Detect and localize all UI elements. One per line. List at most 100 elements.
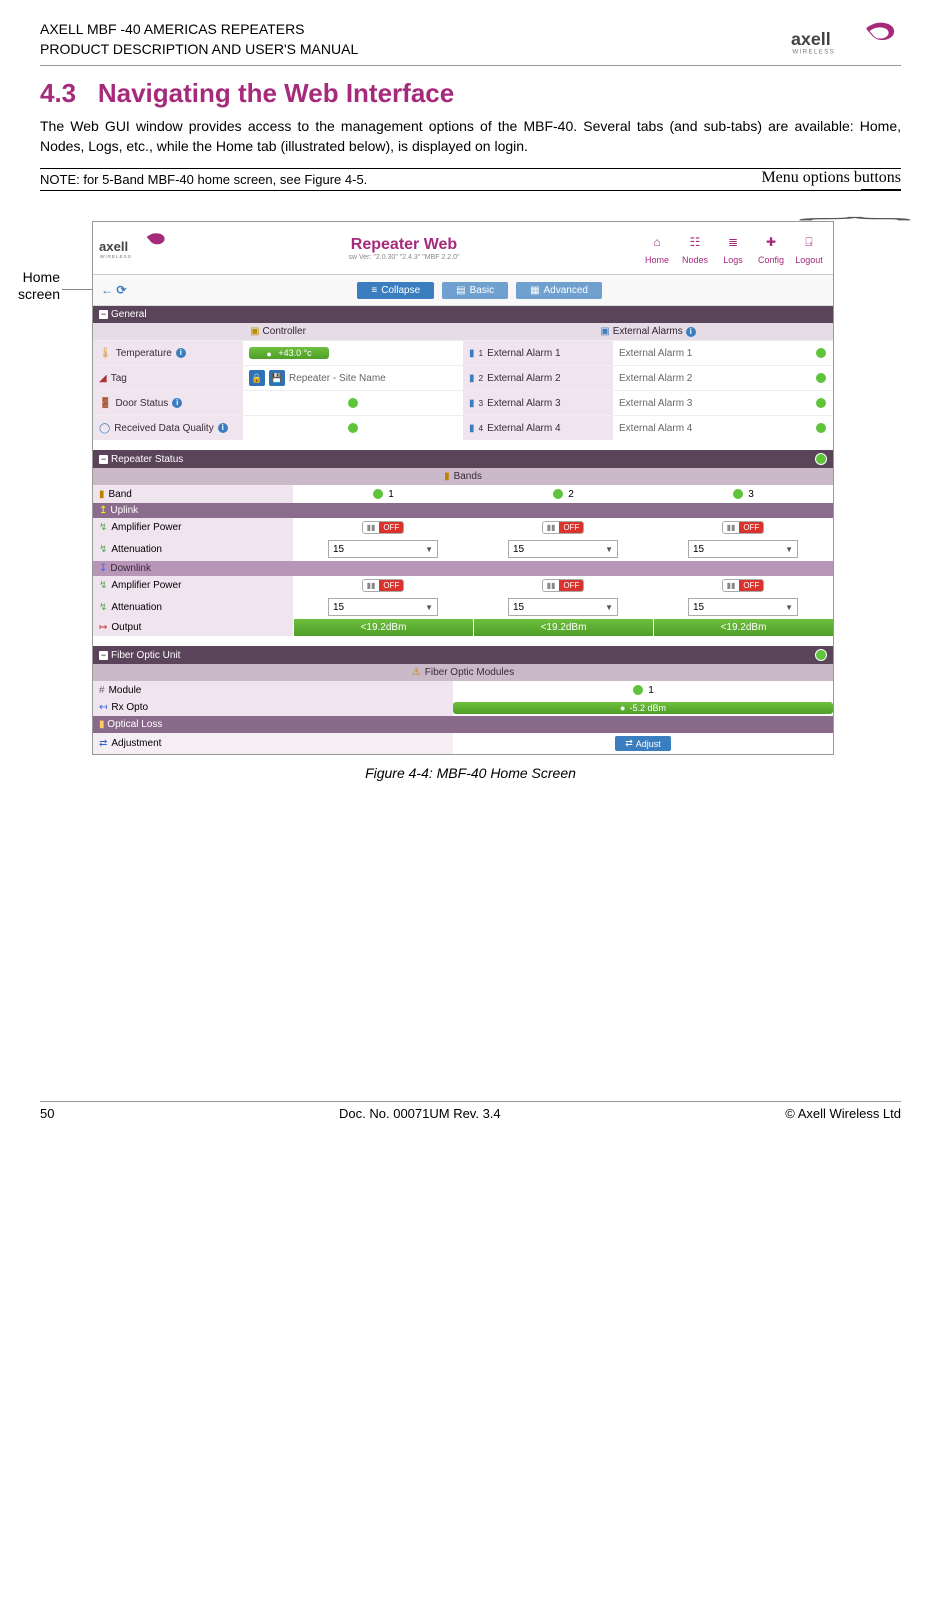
uplink-text: Uplink — [110, 505, 138, 516]
back-icon[interactable]: ← ⟳ — [101, 283, 126, 297]
collapse-button[interactable]: ≡Collapse — [357, 282, 434, 299]
page-number: 50 — [40, 1106, 54, 1121]
bands-hdr-text: Bands — [454, 471, 482, 482]
note-wrap: NOTE: for 5-Band MBF-40 home screen, see… — [40, 168, 901, 191]
ea2-num: 2 — [479, 373, 484, 383]
chevron-down-icon: ▼ — [605, 603, 613, 612]
nav-home[interactable]: ⌂Home — [639, 231, 675, 265]
chevron-down-icon: ▼ — [425, 603, 433, 612]
ea4-num: 4 — [479, 423, 484, 433]
basic-button[interactable]: ▤Basic — [442, 282, 508, 299]
ss-topbar: axell WIRELESS Repeater Web sw Ver: "2.0… — [93, 222, 833, 275]
ea1-num: 1 — [479, 348, 484, 358]
section-name: Navigating the Web Interface — [98, 78, 454, 108]
amp-switch[interactable]: ▮▮OFF — [722, 579, 765, 592]
module-num: 1 — [648, 685, 654, 696]
tag-value: 🔒💾 Repeater - Site Name — [243, 365, 463, 390]
general-hdr-text: General — [111, 309, 147, 320]
extalarms-label: External Alarms — [613, 326, 683, 337]
collapse-icon: − — [99, 310, 108, 319]
basic-label: Basic — [470, 285, 494, 296]
rdq-text: Received Data Quality — [114, 423, 214, 434]
status-dot — [815, 649, 827, 661]
att-select[interactable]: 15▼ — [508, 540, 618, 558]
door-value — [243, 390, 463, 415]
brace-icon: ⏞ — [797, 217, 912, 234]
status-dot — [815, 372, 827, 384]
att-select[interactable]: 15▼ — [508, 598, 618, 616]
output-val: <19.2dBm — [473, 619, 653, 636]
ea1-v: External Alarm 1 — [619, 348, 692, 359]
ea3-l: External Alarm 3 — [487, 398, 560, 409]
lock-icon[interactable]: 🔒 — [249, 370, 265, 386]
info-icon[interactable]: i — [176, 348, 186, 358]
rdq-value — [243, 415, 463, 440]
tag-text: Tag — [111, 373, 127, 384]
home-screen-label: Home screen — [0, 269, 60, 303]
ea4-value: External Alarm 4 — [613, 415, 833, 440]
config-icon: ✚ — [760, 231, 782, 253]
info-icon[interactable]: i — [218, 423, 228, 433]
ss-title: Repeater Web sw Ver: "2.0.30" "2.4.3" "M… — [169, 236, 639, 261]
att-lbl: Attenuation — [111, 602, 162, 613]
amp-switch[interactable]: ▮▮OFF — [722, 521, 765, 534]
door-text: Door Status — [115, 398, 168, 409]
band-lbl: Band — [109, 489, 132, 500]
tag-v: Repeater - Site Name — [289, 373, 386, 384]
save-icon[interactable]: 💾 — [269, 370, 285, 386]
att-select[interactable]: 15▼ — [328, 540, 438, 558]
module-lbl: Module — [109, 685, 142, 696]
header-text: AXELL MBF -40 AMERICAS REPEATERS PRODUCT… — [40, 20, 358, 59]
app-screenshot: axell WIRELESS Repeater Web sw Ver: "2.0… — [92, 221, 834, 755]
nav-home-label: Home — [645, 255, 669, 265]
copyright: © Axell Wireless Ltd — [785, 1106, 901, 1121]
off-text: OFF — [379, 580, 403, 591]
logout-icon: ⍈ — [798, 231, 820, 253]
adj-btn-text: Adjust — [636, 739, 661, 749]
amp-switch[interactable]: ▮▮OFF — [542, 521, 585, 534]
downlink-hdr: ↧Downlink — [93, 561, 833, 576]
nav-nodes[interactable]: ☷Nodes — [677, 231, 713, 265]
ss-nav: ⌂Home ☷Nodes ≣Logs ✚Config ⍈ Logout — [639, 231, 827, 265]
controller-icon: ▣ — [250, 326, 259, 337]
repeater-header[interactable]: −Repeater Status — [93, 450, 833, 468]
rdq-label: ◯Received Data Quality i — [93, 415, 243, 440]
ea2-v: External Alarm 2 — [619, 373, 692, 384]
status-dot — [815, 347, 827, 359]
amp-switch[interactable]: ▮▮OFF — [362, 579, 405, 592]
figure-caption: Figure 4-4: MBF-40 Home Screen — [40, 765, 901, 781]
off-text: OFF — [559, 522, 583, 533]
att-select[interactable]: 15▼ — [328, 598, 438, 616]
amp-switch[interactable]: ▮▮OFF — [362, 521, 405, 534]
nav-logout[interactable]: ⍈ Logout — [791, 231, 827, 265]
output-val: <19.2dBm — [653, 619, 833, 636]
band-row: ▮Band 1 2 3 — [93, 485, 833, 503]
status-dot — [815, 453, 827, 465]
info-icon[interactable]: i — [172, 398, 182, 408]
fiber-header[interactable]: −Fiber Optic Unit — [93, 646, 833, 664]
adjust-button[interactable]: ⇄Adjust — [615, 736, 671, 751]
info-icon[interactable]: i — [686, 327, 696, 337]
advanced-button[interactable]: ▦Advanced — [516, 282, 602, 299]
tag-label: ◢Tag — [93, 365, 243, 390]
temp-pill: +43.0 °c — [278, 348, 311, 358]
bands-hdr: ▮Bands — [93, 468, 833, 485]
output-lbl: Output — [111, 622, 141, 633]
amp-switch[interactable]: ▮▮OFF — [542, 579, 585, 592]
general-header[interactable]: −General — [93, 306, 833, 323]
nav-config[interactable]: ✚Config — [753, 231, 789, 265]
att-val: 15 — [513, 544, 524, 555]
uplink-hdr: ↥Uplink — [93, 503, 833, 518]
section-number: 4.3 — [40, 78, 76, 108]
menu-options-label: Menu options buttons — [761, 169, 901, 186]
status-dot — [347, 422, 359, 434]
fiber-hdr-text: Fiber Optic Unit — [111, 650, 180, 661]
chevron-down-icon: ▼ — [785, 603, 793, 612]
collapse-icon: − — [99, 455, 108, 464]
nav-logout-label: Logout — [795, 255, 823, 265]
rx-row: ↤Rx Opto ●-5.2 dBm — [93, 699, 833, 716]
att-select[interactable]: 15▼ — [688, 540, 798, 558]
nav-logs[interactable]: ≣Logs — [715, 231, 751, 265]
att-select[interactable]: 15▼ — [688, 598, 798, 616]
att-val: 15 — [333, 544, 344, 555]
